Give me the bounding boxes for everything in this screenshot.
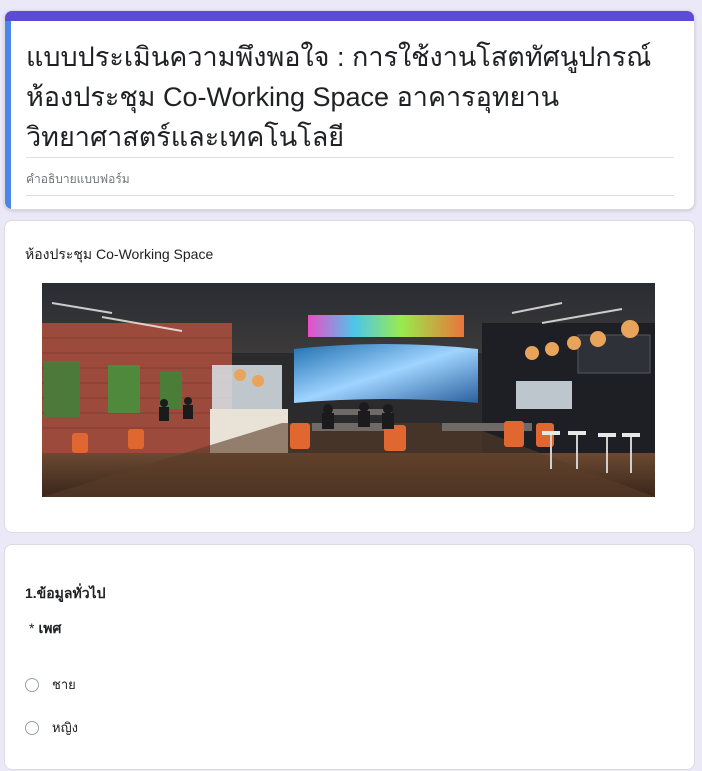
co-working-space-image	[42, 283, 655, 497]
form-description-field[interactable]: คำอธิบายแบบฟอร์ม	[26, 171, 674, 196]
required-asterisk: *	[29, 620, 35, 636]
header-accent-bar	[5, 11, 694, 21]
image-section-card: ห้องประชุม Co-Working Space	[4, 220, 695, 533]
form-header-card: แบบประเมินความพึงพอใจ : การใช้งานโสตทัศน…	[4, 10, 695, 210]
general-info-card: 1.ข้อมูลทั่วไป * เพศ ชาย หญิง	[4, 544, 695, 770]
header-focus-indicator	[5, 21, 11, 209]
form-page: { "header": { "title": "แบบประเมินความพึ…	[0, 0, 702, 771]
gender-question-text: เพศ	[38, 620, 62, 636]
radio-button[interactable]	[25, 720, 39, 735]
gender-option-male[interactable]: ชาย	[25, 674, 76, 695]
general-info-title: 1.ข้อมูลทั่วไป	[25, 585, 106, 601]
form-title[interactable]: แบบประเมินความพึงพอใจ : การใช้งานโสตทัศน…	[26, 37, 676, 157]
image-section-title: ห้องประชุม Co-Working Space	[25, 246, 214, 262]
gender-option-female[interactable]: หญิง	[25, 717, 78, 738]
gender-question-label: * เพศ	[29, 619, 61, 637]
option-label: หญิง	[52, 720, 78, 735]
option-label: ชาย	[52, 677, 76, 692]
title-divider	[26, 157, 674, 158]
radio-button[interactable]	[25, 677, 39, 692]
